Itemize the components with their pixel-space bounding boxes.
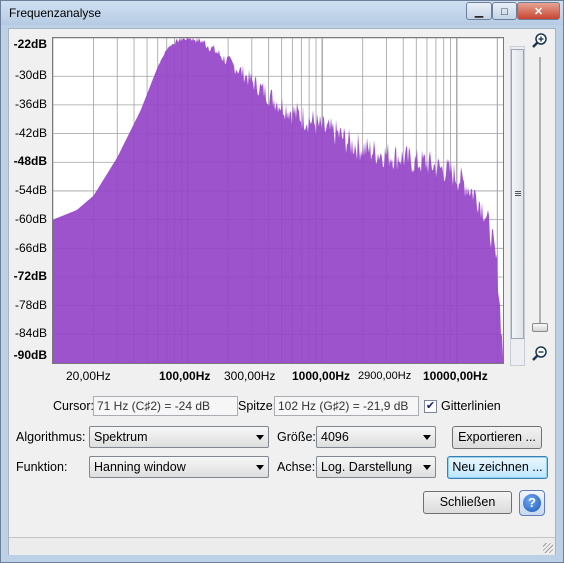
replot-button[interactable]: Neu zeichnen ... xyxy=(447,456,548,479)
y-tick-label: -90dB xyxy=(13,348,47,362)
vertical-scrollbar[interactable] xyxy=(510,46,525,366)
y-tick-label: -72dB xyxy=(13,269,47,283)
chevron-down-icon xyxy=(256,465,264,470)
window-title: Frequenzanalyse xyxy=(9,6,102,20)
y-tick-label: -54dB xyxy=(14,183,47,197)
x-tick-label: 1000,00Hz xyxy=(292,369,351,383)
gridlines-checkbox[interactable]: ✔ xyxy=(424,400,437,413)
y-tick-label: -22dB xyxy=(13,37,47,51)
zoom-track xyxy=(539,57,541,327)
axis-select[interactable]: Log. Darstellung xyxy=(316,456,436,478)
help-button[interactable]: ? xyxy=(519,490,545,516)
gridlines-label[interactable]: Gitterlinien xyxy=(441,399,501,413)
cursor-label: Cursor: xyxy=(53,399,94,413)
algorithm-label: Algorithmus: xyxy=(16,430,86,444)
chevron-down-icon xyxy=(423,465,431,470)
grip-line xyxy=(515,193,521,194)
spectrum-graph xyxy=(53,38,503,363)
cursor-readout: 71 Hz (C♯2) = -24 dB xyxy=(93,396,238,416)
export-button[interactable]: Exportieren ... xyxy=(452,426,542,449)
dialog-client-area: -22dB -30dB -36dB -42dB -48dB -54dB -60d… xyxy=(8,28,556,555)
close-button[interactable]: Schließen xyxy=(423,491,512,514)
x-tick-label: 10000,00Hz xyxy=(423,369,488,383)
x-tick-label: 300,00Hz xyxy=(224,369,276,383)
spectrum-plot[interactable] xyxy=(52,37,504,364)
title-bar[interactable]: Frequenzanalyse ▁ □ ✕ xyxy=(1,1,563,25)
function-value: Hanning window xyxy=(94,460,186,474)
grip-line xyxy=(515,191,521,192)
function-label: Funktion: xyxy=(16,460,68,474)
peak-readout: 102 Hz (G♯2) = -21,9 dB xyxy=(274,396,419,416)
chevron-down-icon xyxy=(256,435,264,440)
y-tick-label: -78dB xyxy=(14,298,47,312)
peak-label: Spitze: xyxy=(238,399,277,413)
spectrum-area xyxy=(53,38,503,363)
y-tick-label: -42dB xyxy=(14,126,47,140)
zoom-thumb[interactable] xyxy=(532,323,548,332)
algorithm-select[interactable]: Spektrum xyxy=(89,426,269,448)
x-tick-label: 20,00Hz xyxy=(66,369,111,383)
frequency-analysis-window: Frequenzanalyse ▁ □ ✕ -22dB -30dB -36dB … xyxy=(0,0,564,563)
y-tick-label: -48dB xyxy=(13,154,47,168)
y-tick-label: -30dB xyxy=(14,68,47,82)
zoom-slider[interactable] xyxy=(530,57,550,357)
axis-label: Achse: xyxy=(277,460,316,474)
status-bar xyxy=(9,537,555,555)
zoom-out-icon[interactable] xyxy=(532,346,548,362)
help-icon: ? xyxy=(523,494,541,512)
scrollbar-thumb[interactable] xyxy=(511,49,524,339)
size-label: Größe: xyxy=(277,430,316,444)
function-select[interactable]: Hanning window xyxy=(89,456,269,478)
y-tick-label: -36dB xyxy=(14,97,47,111)
size-value: 4096 xyxy=(321,430,349,444)
axis-value: Log. Darstellung xyxy=(321,460,413,474)
x-tick-label: 2900,00Hz xyxy=(358,370,412,382)
chevron-down-icon xyxy=(423,435,431,440)
algorithm-value: Spektrum xyxy=(94,430,148,444)
maximize-button[interactable]: □ xyxy=(492,2,517,20)
grip-line xyxy=(515,195,521,196)
minimize-button[interactable]: ▁ xyxy=(466,2,492,20)
size-select[interactable]: 4096 xyxy=(316,426,436,448)
y-tick-label: -60dB xyxy=(14,212,47,226)
y-tick-label: -84dB xyxy=(14,326,47,340)
y-tick-label: -66dB xyxy=(14,241,47,255)
close-window-button[interactable]: ✕ xyxy=(517,2,560,20)
zoom-in-icon[interactable] xyxy=(532,33,548,49)
x-tick-label: 100,00Hz xyxy=(159,369,211,383)
resize-grip-icon[interactable] xyxy=(543,543,553,553)
